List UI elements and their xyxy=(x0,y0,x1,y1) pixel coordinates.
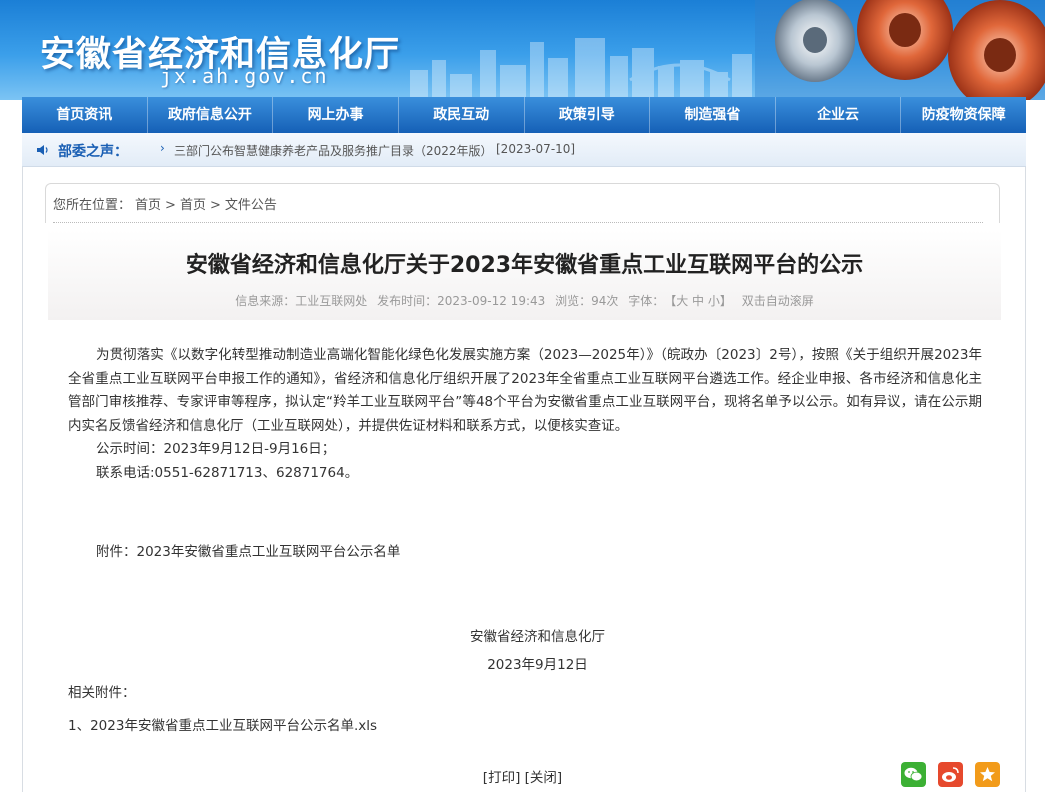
attachment-file-link[interactable]: 1、2023年安徽省重点工业互联网平台公示名单.xls xyxy=(68,714,377,734)
city-skyline-image xyxy=(410,38,752,100)
voice-news-date: [2023-07-10] xyxy=(496,142,576,156)
meta-views: 浏览：94次 xyxy=(555,294,619,308)
nav-item-enterprise-cloud[interactable]: 企业云 xyxy=(776,97,902,133)
wechat-icon[interactable] xyxy=(901,762,926,787)
main-nav: 首页资讯 政府信息公开 网上办事 政民互动 政策引导 制造强省 企业云 防疫物资… xyxy=(22,97,1026,133)
article-meta: 信息来源：工业互联网处 发布时间：2023-09-12 19:43 浏览：94次… xyxy=(48,292,1001,309)
article-actions: [打印] [关闭] xyxy=(0,766,1045,786)
autoscroll-toggle[interactable]: 双击自动滚屏 xyxy=(742,294,814,308)
signature-org: 安徽省经济和信息化厅 xyxy=(470,629,605,645)
breadcrumb-home[interactable]: 首页 xyxy=(135,198,161,213)
site-header: 安徽省经济和信息化厅 jx.ah.gov.cn xyxy=(0,0,1045,100)
meta-published: 发布时间：2023-09-12 19:43 xyxy=(377,294,546,308)
voice-label: 部委之声： xyxy=(58,144,128,160)
ministry-voice-bar: 部委之声： › 三部门公布智慧健康养老产品及服务推广目录（2022年版） [20… xyxy=(22,133,1026,167)
contact-phone: 联系电话:0551-62871713、62871764。 xyxy=(96,464,359,481)
voice-news-link[interactable]: 三部门公布智慧健康养老产品及服务推广目录（2022年版） xyxy=(174,142,493,159)
article-paragraph: 为贯彻落实《以数字化转型推动制造业高端化智能化绿色化发展实施方案（2023—20… xyxy=(68,347,982,434)
print-button[interactable]: [打印] xyxy=(483,770,521,786)
breadcrumb-separator: > xyxy=(209,198,221,213)
nav-item-manufacturing[interactable]: 制造强省 xyxy=(650,97,776,133)
speaker-icon xyxy=(37,145,48,155)
meta-font-label: 字体： xyxy=(628,294,665,308)
notice-period: 公示时间：2023年9月12日-9月16日； xyxy=(96,441,336,457)
breadcrumb-separator: > xyxy=(165,198,176,213)
nav-item-online-services[interactable]: 网上办事 xyxy=(273,97,399,133)
favorite-icon[interactable] xyxy=(975,762,1000,787)
meta-source: 信息来源：工业互联网处 xyxy=(235,294,368,308)
steel-coils-image xyxy=(755,0,1045,100)
site-domain: jx.ah.gov.cn xyxy=(160,64,329,88)
related-attachments-label: 相关附件： xyxy=(68,685,136,701)
attachment-note: 附件：2023年安徽省重点工业互联网平台公示名单 xyxy=(96,544,401,560)
nav-item-gov-info[interactable]: 政府信息公开 xyxy=(148,97,274,133)
nav-item-interaction[interactable]: 政民互动 xyxy=(399,97,525,133)
chevron-right-icon: › xyxy=(160,141,165,155)
nav-item-epidemic-supplies[interactable]: 防疫物资保障 xyxy=(901,97,1026,133)
article-body: 为贯彻落实《以数字化转型推动制造业高端化智能化绿色化发展实施方案（2023—20… xyxy=(68,344,982,485)
divider xyxy=(53,222,983,223)
breadcrumb-home-2[interactable]: 首页 xyxy=(180,198,206,213)
breadcrumb-prefix: 您所在位置： xyxy=(53,198,132,213)
nav-item-policy[interactable]: 政策引导 xyxy=(525,97,651,133)
breadcrumb: 您所在位置： 首页 > 首页 > 文件公告 xyxy=(53,194,281,213)
signature-date: 2023年9月12日 xyxy=(487,657,588,673)
nav-item-home-news[interactable]: 首页资讯 xyxy=(22,97,148,133)
font-size-switcher[interactable]: 【大 中 小】 xyxy=(670,294,732,308)
weibo-icon[interactable] xyxy=(938,762,963,787)
close-button[interactable]: [关闭] xyxy=(525,770,563,786)
article-title: 安徽省经济和信息化厅关于2023年安徽省重点工业互联网平台的公示 xyxy=(185,253,864,278)
article-header: 安徽省经济和信息化厅关于2023年安徽省重点工业互联网平台的公示 信息来源：工业… xyxy=(48,230,1001,320)
breadcrumb-file-notices[interactable]: 文件公告 xyxy=(225,198,277,213)
